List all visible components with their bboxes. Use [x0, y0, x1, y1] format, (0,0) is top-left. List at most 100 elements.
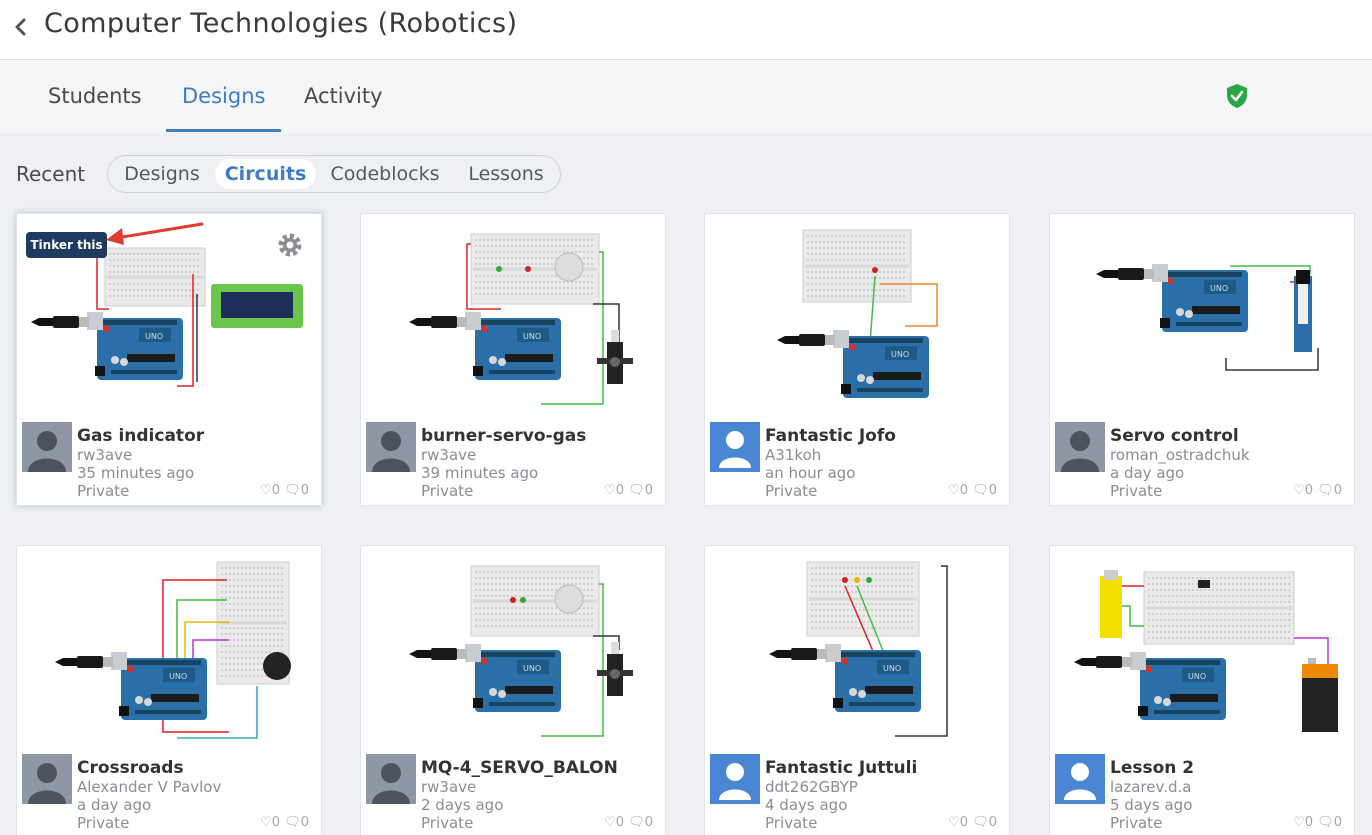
- filter-circuits[interactable]: Circuits: [215, 159, 316, 189]
- design-privacy: Private: [765, 482, 818, 500]
- like-count: 0: [1304, 815, 1314, 830]
- design-stats: ♡0 🗨︎0: [1293, 815, 1342, 830]
- circuit-preview-image[interactable]: UNO: [361, 214, 667, 414]
- comment-icon[interactable]: 🗨︎: [972, 815, 989, 830]
- comment-count: 0: [988, 483, 997, 498]
- gear-icon[interactable]: [275, 230, 305, 260]
- comment-icon[interactable]: 🗨︎: [284, 483, 301, 498]
- design-stats: ♡0 🗨︎0: [1293, 483, 1342, 498]
- design-author[interactable]: ddt262GBYP: [765, 778, 858, 796]
- comment-icon[interactable]: 🗨︎: [1317, 815, 1334, 830]
- design-time: 35 minutes ago: [77, 464, 195, 482]
- heart-icon[interactable]: ♡: [260, 815, 272, 830]
- design-title[interactable]: MQ-4_SERVO_BALON: [421, 758, 618, 778]
- avatar[interactable]: [366, 754, 416, 804]
- filter-lessons[interactable]: Lessons: [454, 159, 558, 189]
- comment-icon[interactable]: 🗨︎: [628, 483, 645, 498]
- design-card[interactable]: UNO Lesson 2 lazarev.d.a 5 days ago Priv…: [1049, 545, 1355, 835]
- svg-text:UNO: UNO: [1210, 284, 1228, 293]
- comment-count: 0: [1333, 815, 1342, 830]
- design-author[interactable]: A31koh: [765, 446, 821, 464]
- design-card[interactable]: UNO burner-servo-gas rw3ave 39 minutes a…: [360, 213, 666, 506]
- design-title[interactable]: Servo control: [1110, 426, 1239, 446]
- heart-icon[interactable]: ♡: [948, 483, 960, 498]
- like-count: 0: [959, 815, 969, 830]
- like-count: 0: [271, 815, 281, 830]
- tab-activity[interactable]: Activity: [304, 84, 383, 108]
- comment-icon[interactable]: 🗨︎: [972, 483, 989, 498]
- design-author[interactable]: rw3ave: [421, 778, 476, 796]
- comment-icon[interactable]: 🗨︎: [628, 815, 645, 830]
- design-time: 5 days ago: [1110, 796, 1193, 814]
- circuit-preview-image[interactable]: UNO: [17, 546, 323, 746]
- red-arrow-annotation: [106, 222, 204, 245]
- design-privacy: Private: [77, 814, 130, 832]
- page-title: Computer Technologies (Robotics): [44, 8, 518, 39]
- comment-icon[interactable]: 🗨︎: [284, 815, 301, 830]
- design-title[interactable]: Crossroads: [77, 758, 184, 778]
- design-title[interactable]: burner-servo-gas: [421, 426, 586, 446]
- design-title[interactable]: Lesson 2: [1110, 758, 1194, 778]
- design-card[interactable]: UNO Servo control roman_ostradchuk a day…: [1049, 213, 1355, 506]
- like-count: 0: [1304, 483, 1314, 498]
- design-title[interactable]: Fantastic Jofo: [765, 426, 896, 446]
- avatar[interactable]: [22, 754, 72, 804]
- design-privacy: Private: [765, 814, 818, 832]
- circuit-preview-image[interactable]: UNO: [1050, 214, 1356, 414]
- comment-count: 0: [988, 815, 997, 830]
- design-privacy: Private: [1110, 482, 1163, 500]
- design-card[interactable]: UNO Fantastic Jofo A31koh an hour ago Pr…: [704, 213, 1010, 506]
- filter-codeblocks[interactable]: Codeblocks: [320, 159, 450, 189]
- design-time: a day ago: [1110, 464, 1185, 482]
- heart-icon[interactable]: ♡: [1293, 483, 1305, 498]
- svg-text:UNO: UNO: [169, 672, 187, 681]
- svg-text:UNO: UNO: [145, 332, 163, 341]
- design-author[interactable]: roman_ostradchuk: [1110, 446, 1250, 464]
- design-time: 2 days ago: [421, 796, 504, 814]
- avatar[interactable]: [1055, 754, 1105, 804]
- tab-students[interactable]: Students: [48, 84, 142, 108]
- design-time: 4 days ago: [765, 796, 848, 814]
- svg-text:UNO: UNO: [891, 350, 909, 359]
- tab-designs[interactable]: Designs: [182, 84, 265, 108]
- design-author[interactable]: Alexander V Pavlov: [77, 778, 221, 796]
- heart-icon[interactable]: ♡: [1293, 815, 1305, 830]
- tinker-this-button[interactable]: Tinker this: [26, 232, 107, 258]
- filter-designs[interactable]: Designs: [114, 159, 210, 189]
- avatar[interactable]: [366, 422, 416, 472]
- svg-text:UNO: UNO: [523, 664, 541, 673]
- heart-icon[interactable]: ♡: [948, 815, 960, 830]
- design-title[interactable]: Gas indicator: [77, 426, 204, 446]
- heart-icon[interactable]: ♡: [260, 483, 272, 498]
- avatar[interactable]: [1055, 422, 1105, 472]
- design-card[interactable]: UNO Crossroads Alexander V Pavlov a day …: [16, 545, 322, 835]
- design-author[interactable]: lazarev.d.a: [1110, 778, 1191, 796]
- design-stats: ♡0 🗨︎0: [260, 483, 309, 498]
- avatar[interactable]: [710, 754, 760, 804]
- comment-icon[interactable]: 🗨︎: [1317, 483, 1334, 498]
- circuit-preview-image[interactable]: UNO: [361, 546, 667, 746]
- design-title[interactable]: Fantastic Juttuli: [765, 758, 917, 778]
- back-arrow-icon[interactable]: [10, 12, 34, 42]
- heart-icon[interactable]: ♡: [604, 483, 616, 498]
- circuit-preview-image[interactable]: UNO: [1050, 546, 1356, 746]
- avatar[interactable]: [710, 422, 760, 472]
- design-time: an hour ago: [765, 464, 856, 482]
- circuit-preview-image[interactable]: UNO: [705, 546, 1011, 746]
- shield-check-icon[interactable]: [1224, 82, 1250, 110]
- design-stats: ♡0 🗨︎0: [948, 483, 997, 498]
- design-author[interactable]: rw3ave: [77, 446, 132, 464]
- design-privacy: Private: [421, 814, 474, 832]
- like-count: 0: [615, 483, 625, 498]
- comment-count: 0: [1333, 483, 1342, 498]
- design-card[interactable]: UNO Fantastic Juttuli ddt262GBYP 4 days …: [704, 545, 1010, 835]
- heart-icon[interactable]: ♡: [604, 815, 616, 830]
- design-card[interactable]: UNO MQ-4_SERVO_BALON rw3ave 2 days ago P…: [360, 545, 666, 835]
- design-author[interactable]: rw3ave: [421, 446, 476, 464]
- recent-label: Recent: [16, 162, 86, 186]
- circuit-preview-image[interactable]: UNO: [705, 214, 1011, 414]
- design-stats: ♡0 🗨︎0: [948, 815, 997, 830]
- design-time: 39 minutes ago: [421, 464, 539, 482]
- avatar[interactable]: [22, 422, 72, 472]
- like-count: 0: [271, 483, 281, 498]
